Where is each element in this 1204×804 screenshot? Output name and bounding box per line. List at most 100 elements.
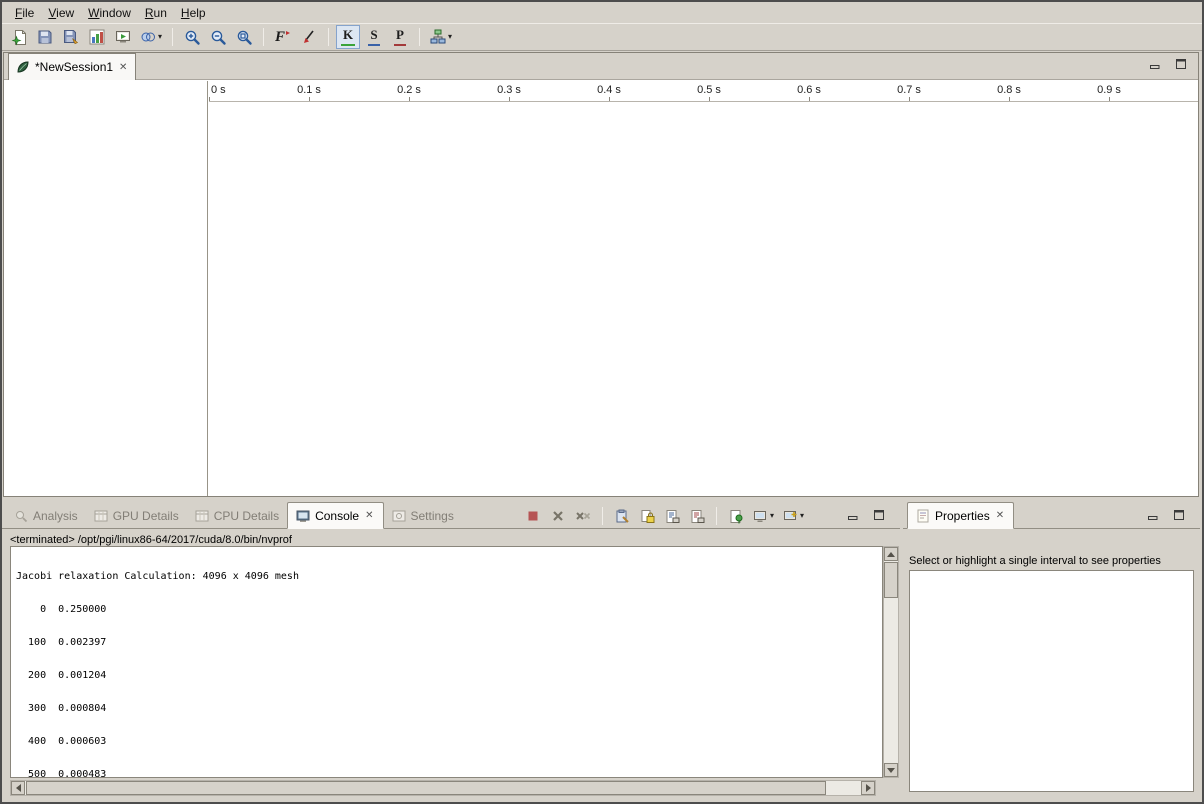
console-line: 300 0.000804 (16, 703, 882, 714)
minimize-icon (1148, 510, 1158, 520)
tab-settings[interactable]: Settings (384, 503, 462, 528)
console-line: 100 0.002397 (16, 637, 882, 648)
zoom-fit-button[interactable] (232, 25, 256, 49)
clear-console-button[interactable] (611, 505, 633, 527)
analysis-tab-icon (14, 509, 28, 523)
monitor-export-icon (115, 29, 131, 45)
save-icon (37, 29, 53, 45)
dropdown-arrow-icon: ▾ (770, 512, 774, 520)
ruler-label: 0.9 s (1097, 84, 1121, 96)
scroll-up-button[interactable] (884, 547, 898, 561)
timeline-view: *NewSession1 ✕ 0 s 0.1 s 0.2 s 0.3 s 0.4… (3, 52, 1199, 497)
marker-arrow-icon (301, 29, 317, 45)
close-icon[interactable]: ✕ (995, 510, 1005, 521)
save-as-button[interactable] (59, 25, 83, 49)
save-button[interactable] (33, 25, 57, 49)
timeline-names-panel[interactable] (4, 81, 208, 496)
console-status-line: <terminated> /opt/pgi/linux86-64/2017/cu… (10, 534, 292, 546)
tab-properties[interactable]: Properties ✕ (907, 502, 1014, 529)
stream-toggle-button[interactable]: S (362, 25, 386, 49)
tab-analysis[interactable]: Analysis (6, 503, 86, 528)
show-stdout-console-button[interactable] (661, 505, 683, 527)
dropdown-arrow-icon: ▾ (158, 33, 162, 41)
export-button[interactable] (111, 25, 135, 49)
menu-bar: File View Window Run Help (2, 2, 1202, 23)
console-tab-icon (296, 509, 310, 523)
process-letter: P (394, 28, 406, 45)
tab-label: Console (315, 509, 359, 523)
menu-run[interactable]: Run (138, 4, 174, 22)
close-icon[interactable]: ✕ (364, 510, 374, 521)
terminate-icon (526, 509, 540, 523)
maximize-button[interactable] (1174, 58, 1188, 70)
cpu-details-tab-icon (195, 509, 209, 523)
save-as-icon (63, 29, 79, 45)
marker-button[interactable] (297, 25, 321, 49)
open-console-button[interactable]: ▾ (780, 505, 807, 527)
remove-all-terminated-button[interactable] (572, 505, 594, 527)
vertical-scrollbar[interactable] (883, 546, 899, 778)
properties-tab-icon (916, 509, 930, 523)
toolbar-separator (419, 28, 420, 46)
ruler-label: 0.6 s (797, 84, 821, 96)
scroll-down-button[interactable] (884, 763, 898, 777)
scroll-right-button[interactable] (861, 781, 875, 795)
terminate-button[interactable] (522, 505, 544, 527)
minimize-button[interactable] (1148, 58, 1162, 70)
scroll-left-button[interactable] (11, 781, 25, 795)
close-icon[interactable]: ✕ (118, 62, 128, 73)
maximize-icon (1174, 510, 1184, 520)
tab-console[interactable]: Console ✕ (287, 502, 383, 529)
settings-tab-icon (392, 509, 406, 523)
zoom-fit-icon (236, 29, 253, 46)
maximize-button[interactable] (1172, 509, 1186, 521)
display-selected-console-button[interactable]: ▾ (750, 505, 777, 527)
remove-launch-icon (551, 509, 565, 523)
open-console-icon (783, 509, 798, 524)
zoom-in-button[interactable] (180, 25, 204, 49)
minimize-button[interactable] (1146, 509, 1160, 521)
kernel-toggle-button[interactable]: K (336, 25, 360, 49)
ruler-label: 0.4 s (597, 84, 621, 96)
timeline-canvas[interactable] (209, 103, 1198, 496)
toolbar-separator (263, 28, 264, 46)
menu-window[interactable]: Window (81, 4, 138, 22)
menu-view[interactable]: View (41, 4, 81, 22)
zoom-out-icon (210, 29, 227, 46)
zoom-in-icon (184, 29, 201, 46)
horizontal-scrollbar[interactable] (10, 780, 876, 796)
zoom-out-button[interactable] (206, 25, 230, 49)
menu-file[interactable]: File (8, 4, 41, 22)
show-stderr-console-button[interactable] (686, 505, 708, 527)
remove-launch-button[interactable] (547, 505, 569, 527)
chart-button[interactable] (85, 25, 109, 49)
tab-cpu-details[interactable]: CPU Details (187, 503, 287, 528)
properties-message: Select or highlight a single interval to… (909, 555, 1161, 567)
scroll-lock-button[interactable] (636, 505, 658, 527)
process-toggle-button[interactable]: P (388, 25, 412, 49)
horizontal-scroll-thumb[interactable] (26, 781, 826, 795)
dropdown-arrow-icon: ▾ (448, 33, 452, 41)
console-output-area[interactable]: Jacobi relaxation Calculation: 4096 x 40… (10, 546, 883, 778)
pin-console-button[interactable] (725, 505, 747, 527)
tab-label: Properties (935, 509, 990, 523)
tab-gpu-details[interactable]: GPU Details (86, 503, 187, 528)
filter-mark-icon (285, 29, 291, 45)
analysis-dropdown-button[interactable]: ▾ (427, 25, 455, 49)
maximize-button[interactable] (872, 509, 886, 521)
vertical-scroll-thumb[interactable] (884, 562, 898, 598)
session-tab-label: *NewSession1 (35, 60, 113, 74)
filter-button[interactable]: F (271, 25, 295, 49)
ruler-label: 0 s (211, 84, 226, 96)
filter-letter: F (275, 30, 285, 45)
compare-dropdown-button[interactable]: ▾ (137, 25, 165, 49)
console-output: Jacobi relaxation Calculation: 4096 x 40… (16, 549, 882, 777)
menu-help[interactable]: Help (174, 4, 213, 22)
tab-label: Settings (411, 509, 454, 523)
session-tab[interactable]: *NewSession1 ✕ (8, 53, 136, 80)
analysis-icon (430, 29, 446, 45)
minimize-button[interactable] (846, 509, 860, 521)
clear-console-icon (615, 509, 630, 524)
new-session-button[interactable] (7, 25, 31, 49)
minimize-icon (1150, 59, 1160, 69)
